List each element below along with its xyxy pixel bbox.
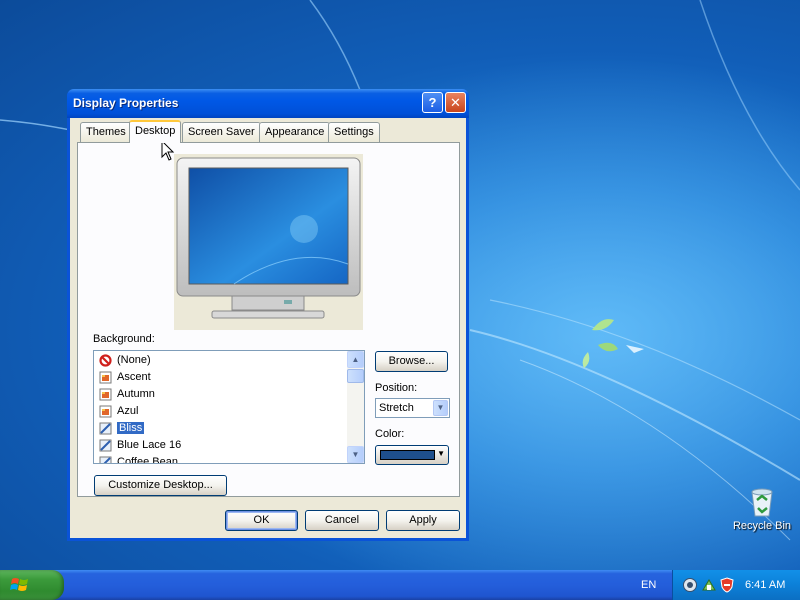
recycle-bin-icon	[751, 488, 773, 517]
list-item[interactable]: (None)	[96, 352, 344, 369]
security-shield-icon[interactable]	[719, 577, 735, 593]
list-item[interactable]: Coffee Bean	[96, 454, 344, 463]
dropdown-arrow-icon: ▼	[437, 449, 445, 458]
color-swatch	[380, 450, 435, 460]
mouse-pointer-icon	[161, 140, 175, 161]
scroll-thumb[interactable]	[347, 369, 364, 383]
title-bar[interactable]: Display Properties ? ✕	[67, 89, 469, 118]
close-button[interactable]: ✕	[445, 92, 466, 113]
color-picker-button[interactable]: ▼	[375, 445, 449, 465]
tab-themes[interactable]: Themes	[80, 122, 132, 142]
list-item[interactable]: Autumn	[96, 386, 344, 403]
background-label: Background:	[93, 333, 155, 345]
windows-logo-icon	[10, 578, 28, 591]
apply-button[interactable]: Apply	[386, 510, 460, 531]
customize-desktop-button[interactable]: Customize Desktop...	[94, 475, 227, 496]
position-value: Stretch	[379, 402, 414, 414]
recycle-bin[interactable]: Recycle Bin	[728, 486, 796, 532]
tab-settings[interactable]: Settings	[328, 122, 380, 142]
background-listbox[interactable]: (None) Ascent Autumn Azul Bliss Blue Lac…	[93, 350, 365, 464]
start-button[interactable]	[0, 570, 64, 600]
list-item[interactable]: Bliss	[96, 420, 344, 437]
volume-icon[interactable]	[682, 577, 698, 593]
window-title: Display Properties	[73, 96, 179, 110]
language-indicator[interactable]: EN	[641, 579, 656, 591]
position-select[interactable]: Stretch ▼	[375, 398, 450, 418]
position-label: Position:	[375, 382, 418, 394]
cancel-button[interactable]: Cancel	[305, 510, 379, 531]
chevron-down-icon[interactable]: ▼	[433, 400, 448, 416]
bitmap-file-icon	[99, 439, 112, 452]
monitor-preview	[174, 154, 363, 330]
desktop-tab-panel: Background: (None) Ascent Autumn Azul Bl…	[77, 142, 460, 497]
clock[interactable]: 6:41 AM	[745, 579, 785, 591]
list-item[interactable]: Ascent	[96, 369, 344, 386]
scroll-down-icon[interactable]: ▼	[347, 446, 364, 463]
system-tray: 6:41 AM	[672, 570, 800, 600]
none-icon	[99, 354, 112, 367]
image-file-icon	[99, 405, 112, 418]
list-scrollbar[interactable]: ▲ ▼	[347, 351, 364, 463]
bitmap-file-icon	[99, 422, 112, 435]
ok-button[interactable]: OK	[225, 510, 298, 531]
bitmap-file-icon	[99, 456, 112, 463]
browse-button[interactable]: Browse...	[375, 351, 448, 372]
image-file-icon	[99, 371, 112, 384]
help-button[interactable]: ?	[422, 92, 443, 113]
window-client-area: Themes Desktop Screen Saver Appearance S…	[70, 118, 466, 538]
taskbar: EN 6:41 AM	[0, 570, 800, 600]
image-file-icon	[99, 388, 112, 401]
color-label: Color:	[375, 428, 405, 440]
tab-screen-saver[interactable]: Screen Saver	[182, 122, 261, 142]
tab-desktop[interactable]: Desktop	[129, 120, 182, 143]
monitor-icon	[176, 157, 361, 319]
recycle-bin-label: Recycle Bin	[732, 520, 792, 532]
tab-appearance[interactable]: Appearance	[259, 122, 331, 142]
network-icon[interactable]	[701, 577, 717, 593]
display-properties-window: Display Properties ? ✕ Themes Desktop Sc…	[67, 89, 469, 541]
list-item[interactable]: Azul	[96, 403, 344, 420]
scroll-up-icon[interactable]: ▲	[347, 351, 364, 368]
list-item[interactable]: Blue Lace 16	[96, 437, 344, 454]
